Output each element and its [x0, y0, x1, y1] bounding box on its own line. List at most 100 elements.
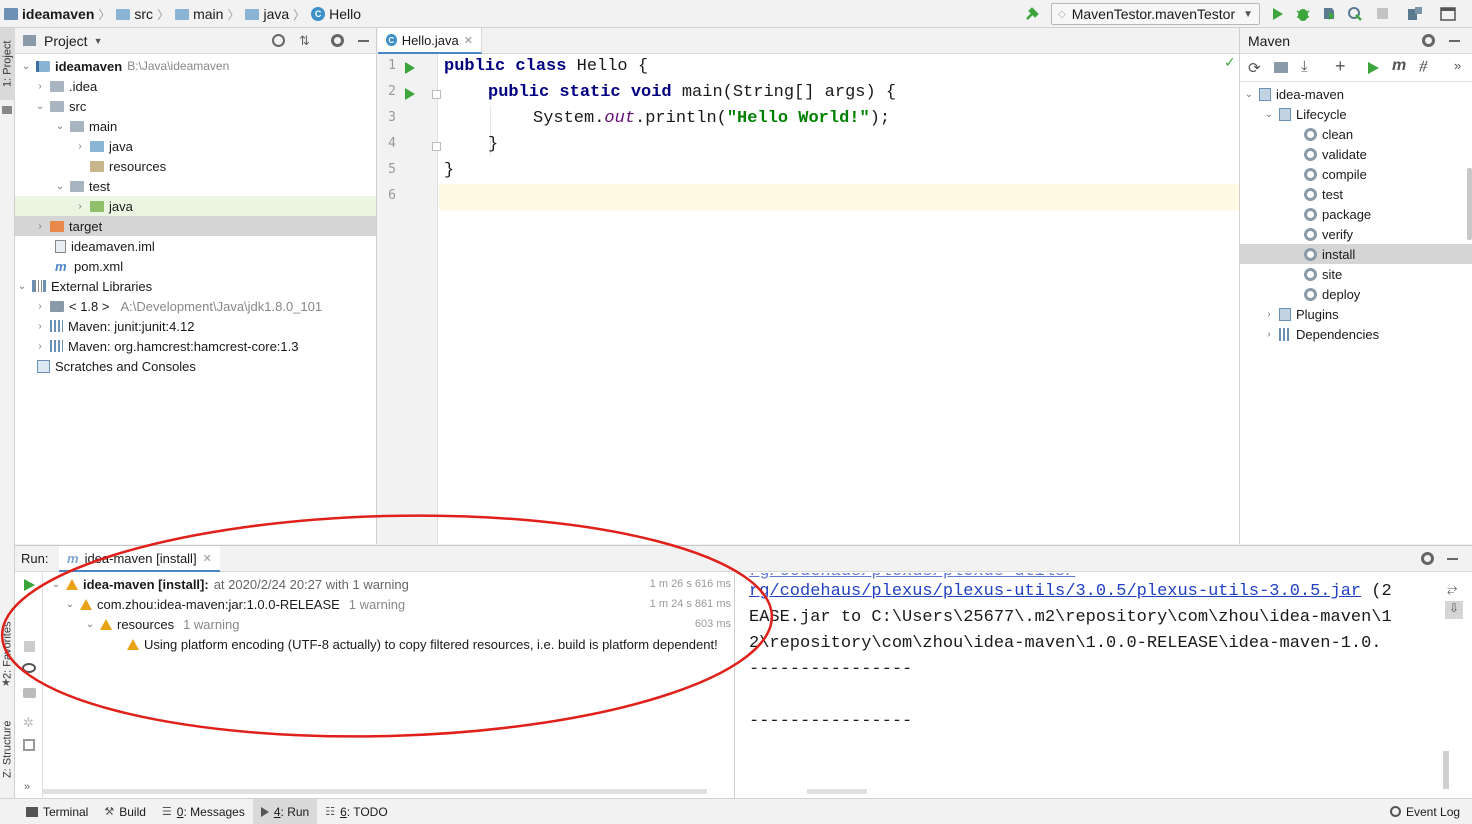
- generate-sources-icon[interactable]: [1274, 62, 1288, 73]
- skip-tests-icon[interactable]: ⧣: [1419, 57, 1428, 75]
- settings-icon[interactable]: ✲: [23, 715, 34, 731]
- tab-hello-java[interactable]: C Hello.java ✕: [378, 28, 482, 54]
- more-icon[interactable]: »: [1454, 58, 1461, 73]
- run-gutter-icon[interactable]: [405, 88, 415, 100]
- console-hscroll[interactable]: [807, 789, 867, 794]
- maven-project[interactable]: ⌄ idea-maven: [1244, 84, 1344, 104]
- code-line-3[interactable]: System.out.println("Hello World!");: [533, 106, 890, 132]
- phase-package[interactable]: package: [1304, 204, 1371, 224]
- run-icon[interactable]: [1272, 7, 1284, 21]
- tree-item-pom[interactable]: m pom.xml: [55, 256, 123, 276]
- scrollbar[interactable]: [1467, 168, 1472, 240]
- camera-icon[interactable]: [23, 688, 36, 698]
- tab-project[interactable]: 1: Project: [0, 28, 15, 100]
- breadcrumb-project[interactable]: ideamaven: [4, 0, 94, 28]
- chevron-down-icon[interactable]: ▼: [94, 36, 103, 46]
- tree-item-hamcrest[interactable]: › Maven: org.hamcrest:hamcrest-core:1.3: [35, 336, 298, 356]
- breadcrumb-main[interactable]: main: [175, 0, 223, 28]
- soft-wrap-icon[interactable]: ⥂: [1447, 581, 1457, 597]
- execute-goal-icon[interactable]: m: [1392, 57, 1406, 75]
- phase-test[interactable]: test: [1304, 184, 1343, 204]
- minimize-icon[interactable]: [358, 40, 369, 42]
- tab-structure[interactable]: Z: Structure: [0, 706, 15, 792]
- breadcrumb-hello[interactable]: C Hello: [311, 0, 361, 28]
- tree-item-main[interactable]: ⌄ main: [55, 116, 117, 136]
- fold-icon[interactable]: [432, 90, 441, 99]
- locate-icon[interactable]: [272, 34, 285, 47]
- coverage-icon[interactable]: [1321, 6, 1337, 22]
- tab-terminal[interactable]: Terminal: [18, 799, 96, 824]
- gear-icon[interactable]: [1422, 34, 1435, 47]
- horizontal-scrollbar[interactable]: [43, 789, 707, 794]
- run-gutter-icon[interactable]: [405, 62, 415, 74]
- build-row-warning[interactable]: Using platform encoding (UTF-8 actually)…: [127, 634, 718, 654]
- tree-item-resources[interactable]: resources: [75, 156, 166, 176]
- phase-validate[interactable]: validate: [1304, 144, 1367, 164]
- fold-icon[interactable]: [432, 142, 441, 151]
- download-icon[interactable]: ⤓: [1301, 58, 1308, 75]
- tab-todo[interactable]: ☷ 6: TODO: [317, 799, 395, 824]
- maven-plugins[interactable]: › Plugins: [1264, 304, 1338, 324]
- tree-item-java[interactable]: › java: [75, 136, 133, 156]
- maven-lifecycle[interactable]: ⌄ Lifecycle: [1264, 104, 1347, 124]
- build-hammer-icon[interactable]: [1024, 6, 1040, 22]
- tree-item-junit[interactable]: › Maven: junit:junit:4.12: [35, 316, 194, 336]
- more-icon[interactable]: »: [24, 781, 30, 793]
- frame-icon[interactable]: [1440, 6, 1456, 22]
- close-icon[interactable]: ✕: [464, 34, 473, 47]
- minimize-icon[interactable]: [1447, 558, 1458, 560]
- phase-clean[interactable]: clean: [1304, 124, 1353, 144]
- run-config-select[interactable]: ◇ MavenTestor.mavenTestor ▼: [1051, 3, 1260, 25]
- stop-icon[interactable]: [1377, 8, 1388, 19]
- console-output[interactable]: rg/codehaus/plexus/plexus-utils/ rg/code…: [735, 573, 1439, 799]
- project-structure-icon[interactable]: [1407, 6, 1423, 22]
- close-icon[interactable]: ✕: [203, 552, 212, 565]
- build-row-resources[interactable]: ⌄ resources 1 warning: [85, 614, 240, 634]
- tree-root[interactable]: ⌄ ideamaven B:\Java\ideamaven: [21, 56, 229, 76]
- phase-install[interactable]: install: [1304, 244, 1355, 264]
- code-line-1[interactable]: public class Hello {: [444, 54, 648, 80]
- breadcrumb-java[interactable]: java: [245, 0, 289, 28]
- phase-deploy[interactable]: deploy: [1304, 284, 1360, 304]
- gear-icon[interactable]: [331, 34, 344, 47]
- phase-site[interactable]: site: [1304, 264, 1342, 284]
- tree-item-target[interactable]: › target: [35, 216, 102, 236]
- code-line-5[interactable]: }: [444, 158, 454, 184]
- phase-verify[interactable]: verify: [1304, 224, 1353, 244]
- tree-item-external-libraries[interactable]: ⌄ External Libraries: [17, 276, 152, 296]
- tab-run[interactable]: 4: Run: [252, 799, 318, 824]
- tab-event-log[interactable]: Event Log: [1382, 799, 1468, 824]
- gear-icon[interactable]: [1421, 552, 1434, 565]
- tab-messages[interactable]: ☰ 0: Messages: [154, 799, 253, 824]
- profile-icon[interactable]: [1347, 6, 1363, 22]
- code-line-4[interactable]: }: [488, 132, 498, 158]
- stop-icon[interactable]: [24, 641, 35, 652]
- maven-dependencies[interactable]: › Dependencies: [1264, 324, 1379, 344]
- build-row-root[interactable]: ⌄ idea-maven [install]: at 2020/2/24 20:27…: [51, 574, 409, 594]
- tree-item-jdk[interactable]: › < 1.8 > A:\Development\Java\jdk1.8.0_101: [35, 296, 322, 316]
- collapse-all-icon[interactable]: ⇅: [299, 33, 310, 49]
- tree-item-test[interactable]: ⌄ test: [55, 176, 110, 196]
- debug-icon[interactable]: [1296, 6, 1310, 22]
- vertical-scrollbar[interactable]: [1443, 751, 1449, 789]
- breadcrumb-src[interactable]: src: [116, 0, 153, 28]
- rerun-icon[interactable]: [24, 579, 35, 591]
- tree-item-idea[interactable]: › .idea: [35, 76, 97, 96]
- tree-item-iml[interactable]: ideamaven.iml: [55, 236, 155, 256]
- eye-icon[interactable]: [22, 663, 36, 673]
- add-icon[interactable]: +: [1335, 56, 1346, 77]
- tree-item-scratches[interactable]: Scratches and Consoles: [37, 356, 196, 376]
- phase-compile[interactable]: compile: [1304, 164, 1367, 184]
- minimize-icon[interactable]: [1449, 40, 1460, 42]
- tree-item-src[interactable]: ⌄ src: [35, 96, 87, 116]
- export-icon[interactable]: [23, 739, 35, 751]
- scroll-to-end-icon[interactable]: ⇩: [1445, 601, 1463, 619]
- code-line-2[interactable]: public static void main(String[] args) {: [488, 80, 896, 106]
- tree-item-test-java[interactable]: › java: [75, 196, 133, 216]
- reload-icon[interactable]: ⟳: [1248, 59, 1261, 77]
- build-row-artifact[interactable]: ⌄ com.zhou:idea-maven:jar:1.0.0-RELEASE 1 …: [65, 594, 405, 614]
- project-panel-title[interactable]: Project: [44, 33, 88, 49]
- tab-build[interactable]: ⚒ Build: [96, 799, 154, 824]
- run-maven-icon[interactable]: [1368, 62, 1379, 74]
- tab-run-install[interactable]: m idea-maven [install] ✕: [59, 546, 220, 572]
